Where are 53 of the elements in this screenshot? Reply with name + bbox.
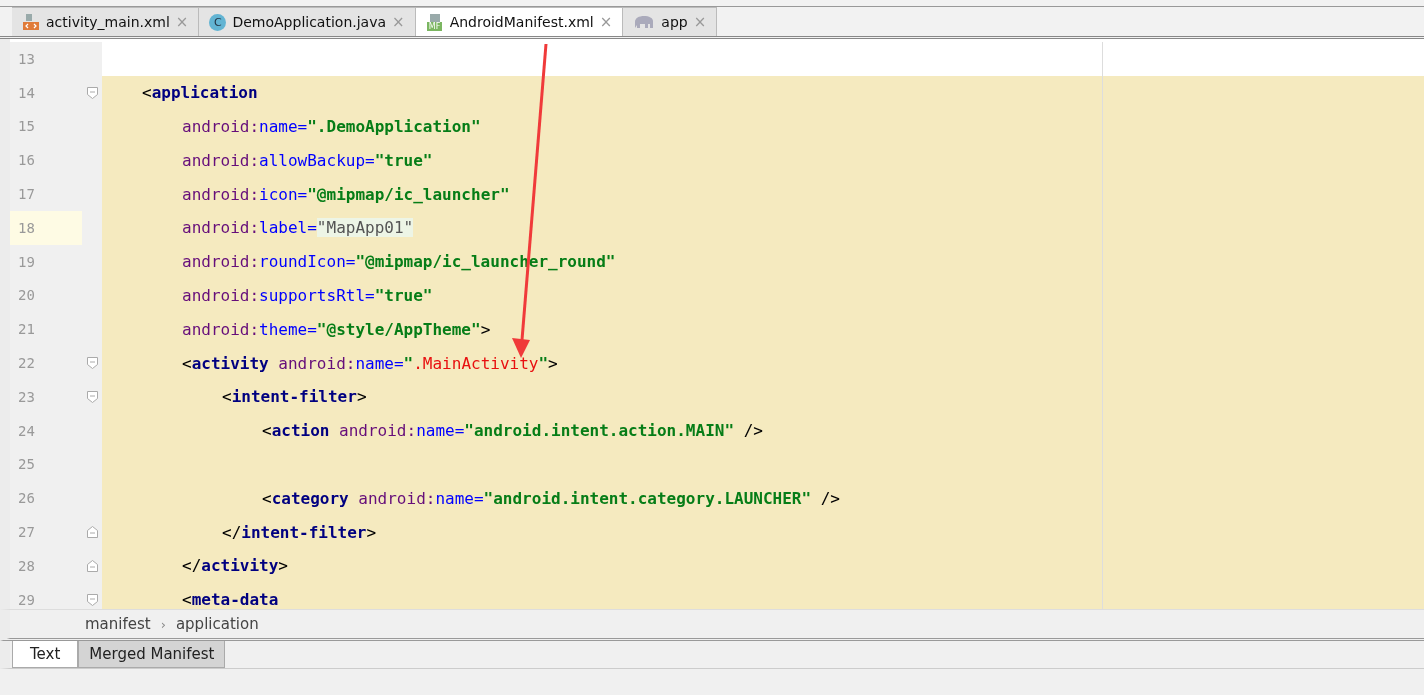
tab-label: app xyxy=(661,14,688,30)
line-number: 16 xyxy=(18,152,35,169)
code-line: android:supportsRtl="true" xyxy=(182,285,433,305)
line-number: 28 xyxy=(18,557,35,574)
fold-marker-icon[interactable] xyxy=(86,559,98,572)
code-line: </intent-filter> xyxy=(222,522,377,542)
line-number: 27 xyxy=(18,524,35,541)
file-tab[interactable]: app × xyxy=(623,7,718,36)
code-line: <action android:name="android.intent.action.MAIN" /> xyxy=(262,421,763,441)
elephant-icon xyxy=(633,14,656,30)
tab-label: AndroidManifest.xml xyxy=(449,14,594,30)
code-line: android:theme="@style/AppTheme"> xyxy=(182,319,491,339)
fold-marker-icon[interactable] xyxy=(86,390,98,403)
file-tab[interactable]: activity_main.xml × xyxy=(12,7,200,36)
editor-mode-tab[interactable]: Text xyxy=(12,641,79,668)
code-line: <intent-filter> xyxy=(222,387,367,407)
fold-marker-icon[interactable] xyxy=(86,357,98,370)
xml-file-icon xyxy=(22,13,40,31)
fold-marker-icon[interactable] xyxy=(86,526,98,539)
line-number: 18 xyxy=(18,219,35,236)
line-number: 15 xyxy=(18,118,35,135)
code-line: <application xyxy=(142,83,258,103)
code-line: android:label="MapApp01" xyxy=(182,218,414,238)
tab-label: DemoApplication.java xyxy=(232,14,387,30)
code-line: <category android:name="android.intent.category.LAUNCHER" /> xyxy=(262,488,840,508)
tab-label: activity_main.xml xyxy=(46,14,170,30)
line-number: 24 xyxy=(18,422,35,439)
editor-mode-tab[interactable]: Merged Manifest xyxy=(78,641,226,668)
code-line: <activity android:name=".MainActivity"> xyxy=(182,353,558,373)
breadcrumb-item[interactable]: manifest xyxy=(85,615,151,633)
line-number: 22 xyxy=(18,355,35,372)
breadcrumb-item[interactable]: application xyxy=(175,615,259,633)
line-number: 21 xyxy=(18,321,35,338)
code-line: <meta-data xyxy=(182,590,279,609)
line-number: 13 xyxy=(18,50,35,67)
breadcrumb-separator: › xyxy=(160,616,166,632)
class-icon: C xyxy=(209,13,227,31)
line-number: 17 xyxy=(18,186,35,203)
line-number: 14 xyxy=(18,84,35,101)
line-number: 19 xyxy=(18,253,35,270)
file-tab[interactable]: MF AndroidManifest.xml × xyxy=(415,7,624,36)
fold-marker-icon[interactable] xyxy=(86,86,98,99)
fold-marker-icon[interactable] xyxy=(86,593,98,606)
line-number: 25 xyxy=(18,456,35,473)
code-line: android:icon="@mipmap/ic_launcher" xyxy=(182,184,510,204)
code-line: android:allowBackup="true" xyxy=(182,150,433,170)
line-number: 26 xyxy=(18,490,35,507)
line-number: 29 xyxy=(18,591,35,608)
code-line: android:name=".DemoApplication" xyxy=(182,117,481,136)
file-tab[interactable]: C DemoApplication.java × xyxy=(199,7,416,36)
line-number: 20 xyxy=(18,287,35,304)
line-number: 23 xyxy=(18,388,35,405)
code-line: </activity> xyxy=(182,556,288,576)
